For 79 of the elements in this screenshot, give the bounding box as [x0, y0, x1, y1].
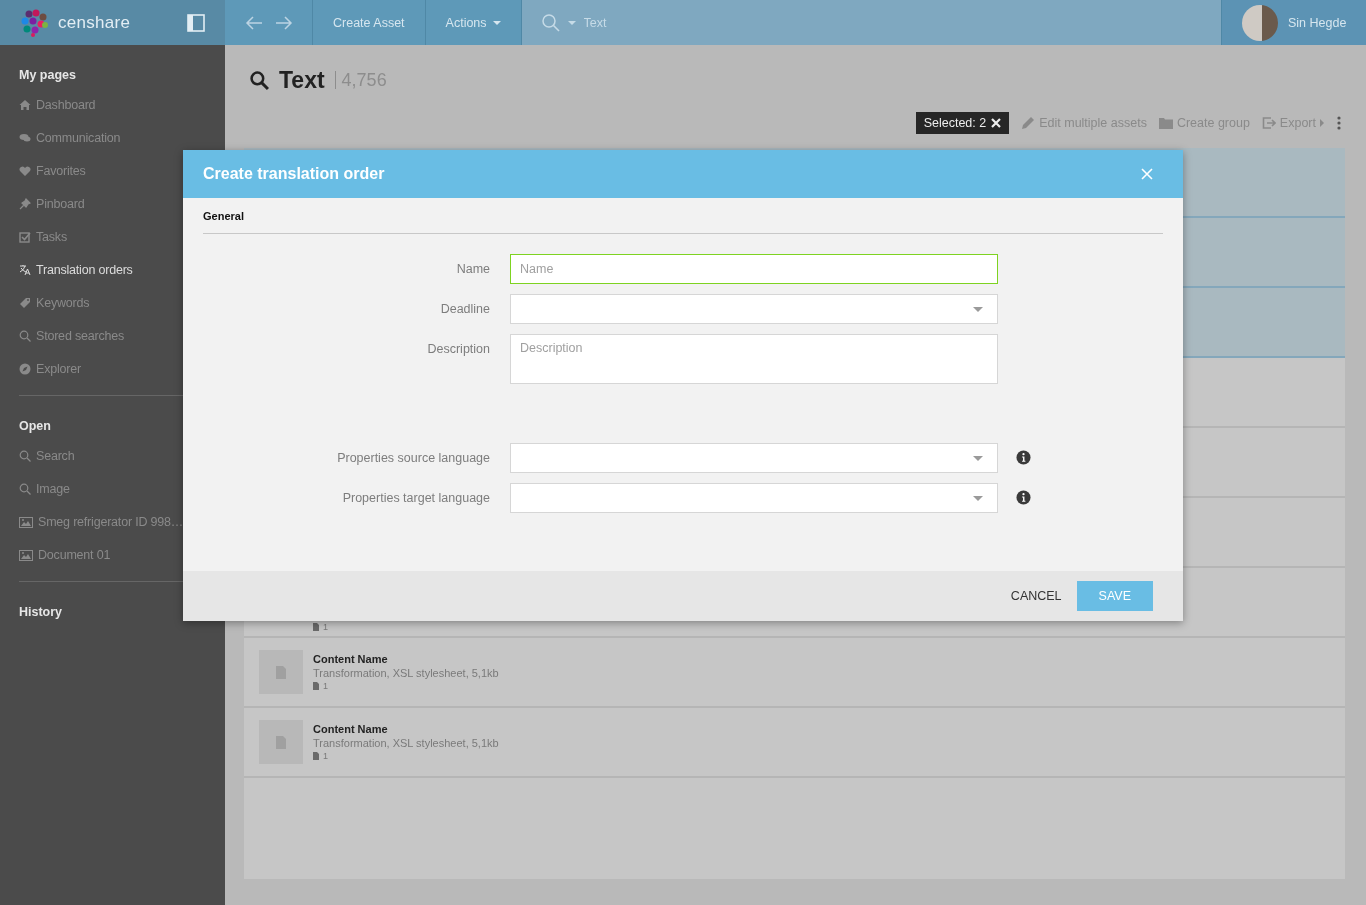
- more-icon: [1337, 116, 1341, 130]
- logo-text: censhare: [58, 12, 132, 33]
- search-field[interactable]: Text: [583, 15, 704, 30]
- home-icon: [19, 98, 31, 111]
- description-field[interactable]: Description: [510, 334, 998, 384]
- sidebar-item[interactable]: Stored searches: [19, 319, 225, 352]
- result-row[interactable]: Content Name Transformation, XSL stylesheet, 5,1kb 1: [244, 708, 1345, 778]
- sidebar-item[interactable]: Document 01: [19, 538, 225, 571]
- sidebar-item[interactable]: Image: [19, 472, 225, 505]
- result-row[interactable]: Content Name Transformation, XSL stylesheet, 5,1kb 1: [244, 638, 1345, 708]
- compass-icon: [19, 362, 31, 375]
- cancel-button[interactable]: CANCEL: [1010, 581, 1062, 611]
- file-count: 1: [323, 751, 328, 761]
- file-icon: [313, 623, 319, 631]
- page-title: Text: [279, 66, 325, 94]
- search-icon: [250, 70, 269, 90]
- file-count: 1: [323, 622, 328, 632]
- caret-icon: [973, 455, 983, 461]
- file-count: 1: [323, 681, 328, 691]
- field-label: Description: [426, 341, 490, 358]
- avatar[interactable]: [1242, 4, 1278, 41]
- pin-icon: [19, 197, 31, 210]
- search-icon: [19, 482, 31, 495]
- field-label: Properties source language: [336, 450, 490, 467]
- caret-icon: [973, 306, 983, 312]
- pencil-icon: [1021, 116, 1036, 130]
- section-heading[interactable]: My pages: [19, 65, 225, 85]
- name-field[interactable]: Name: [510, 254, 998, 284]
- image-icon: [19, 515, 33, 528]
- info-icon[interactable]: [1016, 450, 1031, 465]
- logo-icon: [20, 8, 50, 37]
- save-button[interactable]: SAVE: [1076, 581, 1153, 611]
- asset-name: Content Name: [313, 653, 389, 665]
- sidebar-item[interactable]: Communication: [19, 121, 225, 154]
- actions-menu[interactable]: Actions: [425, 0, 522, 45]
- close-button[interactable]: [1139, 166, 1155, 182]
- asset-detail: Transformation, XSL stylesheet, 5,1kb: [313, 737, 499, 749]
- caret-icon: [973, 495, 983, 501]
- file-icon: [276, 735, 286, 749]
- back-arrow-icon: [244, 13, 263, 32]
- translate-icon: [19, 263, 31, 276]
- image-icon: [19, 548, 33, 561]
- tab[interactable]: General: [203, 209, 244, 222]
- selection-badge[interactable]: Selected: 2: [915, 112, 1010, 134]
- asset-name: Content Name: [313, 723, 389, 735]
- file-icon: [276, 665, 286, 679]
- caret-icon: [492, 20, 501, 25]
- sidebar-item[interactable]: Search: [19, 439, 225, 472]
- tag-icon: [19, 296, 31, 309]
- dialog-title: Create translation order: [203, 165, 385, 183]
- sidebar-item[interactable]: Explorer: [19, 352, 225, 385]
- export-icon: [1261, 116, 1276, 130]
- sidebar-item[interactable]: Translation orders: [19, 253, 225, 286]
- user-name[interactable]: Sin Hegde: [1288, 15, 1347, 30]
- close-icon: [1141, 168, 1153, 180]
- field-label: Name: [455, 261, 490, 278]
- file-icon: [313, 682, 319, 690]
- sidebar-item[interactable]: Smeg refrigerator ID 998…: [19, 505, 225, 538]
- sidebar-toggle-icon[interactable]: [187, 13, 205, 32]
- asset-detail: Transformation, XSL stylesheet, 5,1kb: [313, 667, 499, 679]
- sidebar-item[interactable]: Dashboard: [19, 88, 225, 121]
- search-icon: [19, 449, 31, 462]
- checkbox-icon: [19, 230, 31, 243]
- nav-button[interactable]: Create Asset: [313, 0, 426, 45]
- folder-icon: [1158, 116, 1173, 130]
- field-label: Properties target language: [341, 490, 490, 507]
- speech-bubbles-icon: [19, 131, 31, 144]
- search-icon: [19, 329, 31, 342]
- heart-icon: [19, 164, 31, 177]
- caret-icon: [1320, 119, 1325, 127]
- info-icon[interactable]: [1016, 490, 1031, 505]
- close-icon: [991, 118, 1002, 128]
- sidebar-item[interactable]: Keywords: [19, 286, 225, 319]
- search-icon: [541, 13, 560, 32]
- sidebar-item[interactable]: Tasks: [19, 220, 225, 253]
- forward-arrow-icon: [274, 13, 293, 32]
- file-icon: [313, 752, 319, 760]
- field-label: Deadline: [439, 301, 490, 318]
- caret-icon: [567, 20, 576, 25]
